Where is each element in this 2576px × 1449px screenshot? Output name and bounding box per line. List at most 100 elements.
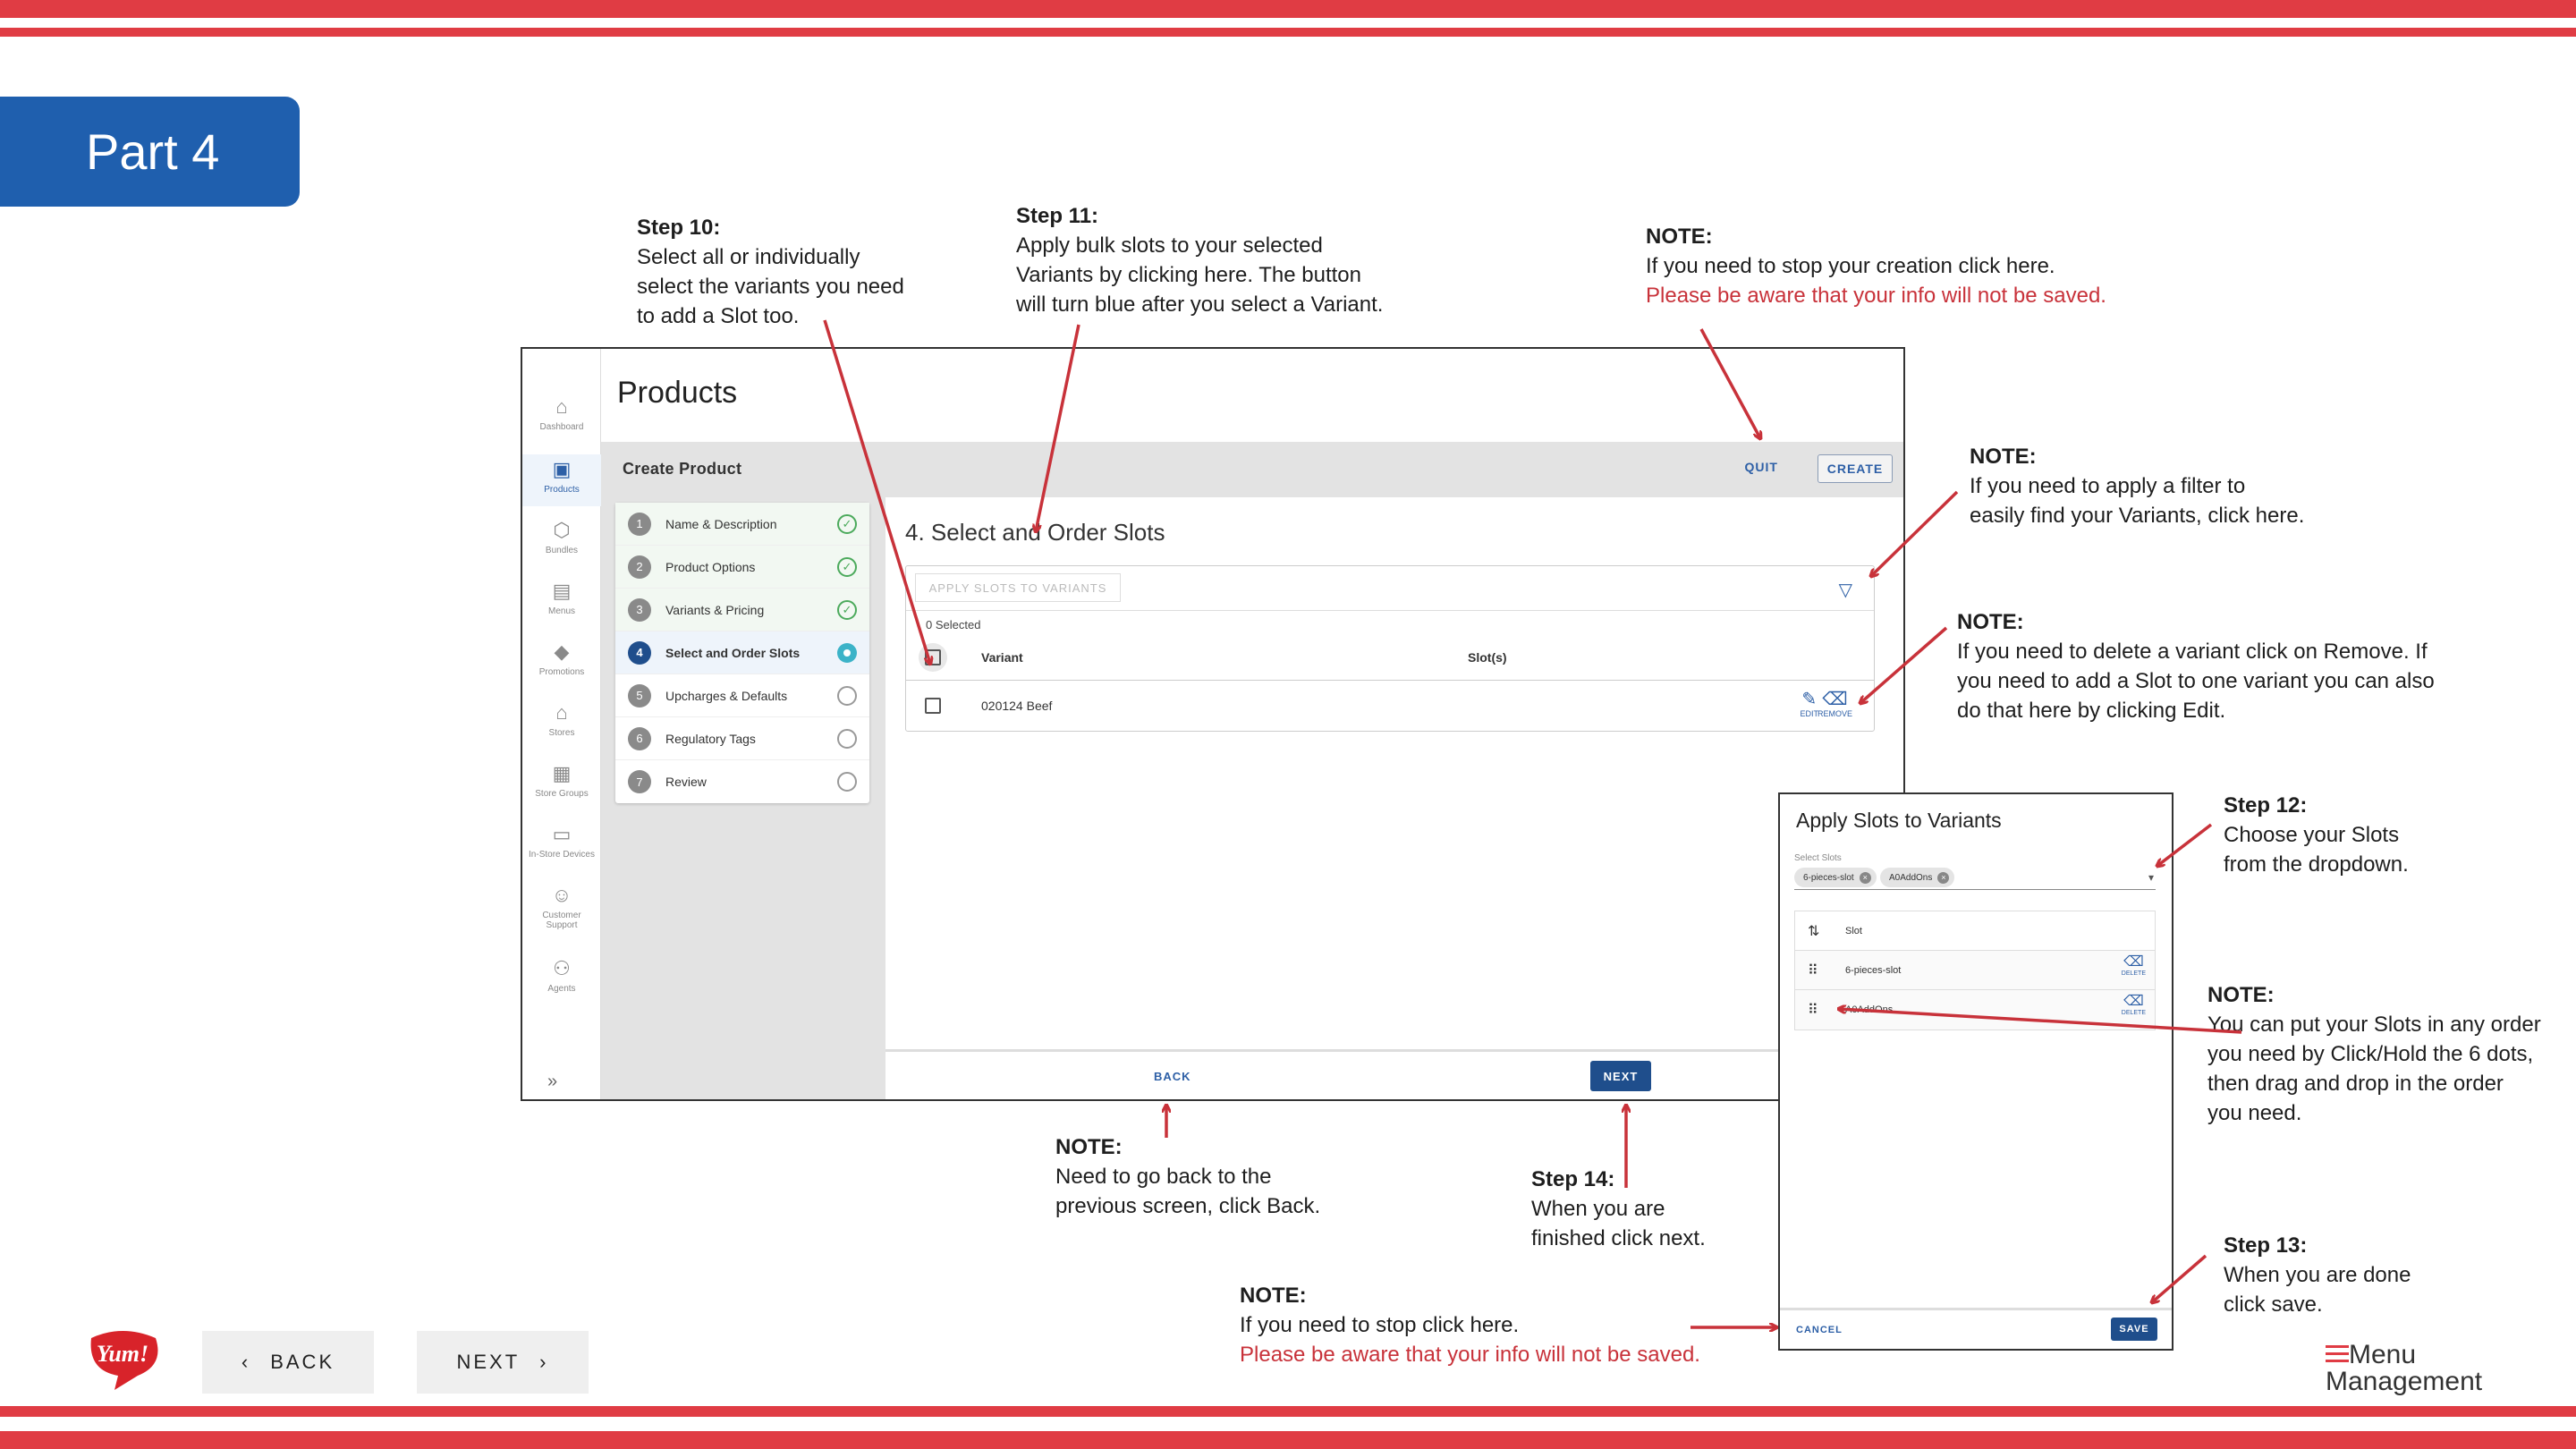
create-button[interactable]: CREATE	[1818, 454, 1893, 483]
cancel-button[interactable]: CANCEL	[1796, 1325, 1843, 1335]
slot-chip[interactable]: A0AddOns ×	[1880, 868, 1955, 887]
column-header-slots[interactable]: Slot(s)	[1468, 650, 1507, 665]
app-window: ⌂ Dashboard ▣ Products ⬡ Bundles ▤ Menus ◆ Pr…	[521, 347, 1905, 1101]
dropdown-caret-icon[interactable]: ▾	[2148, 871, 2154, 884]
part-label: Part 4	[0, 97, 300, 207]
create-product-title: Create Product	[623, 460, 742, 478]
step11-annotation: Step 11: Apply bulk slots to your select…	[1016, 204, 1384, 317]
sort-icon[interactable]: ⇅	[1808, 922, 1819, 940]
empty-radio-icon	[837, 686, 857, 706]
check-icon: ✓	[837, 600, 857, 620]
chevron-left-icon: ‹	[241, 1351, 251, 1373]
sidebar: ⌂ Dashboard ▣ Products ⬡ Bundles ▤ Menus ◆ Pr…	[522, 349, 601, 1099]
variant-name: 020124 Beef	[981, 699, 1053, 713]
modal-title: Apply Slots to Variants	[1796, 809, 2002, 832]
menu-bars-icon	[2326, 1345, 2349, 1367]
empty-radio-icon	[837, 729, 857, 749]
steps-column: 1 Name & Description ✓ 2 Product Options ✓ 3…	[601, 497, 886, 1099]
selected-count: 0 Selected	[926, 618, 981, 631]
check-icon: ✓	[837, 557, 857, 577]
select-slots-label: Select Slots	[1794, 853, 1842, 863]
monitor-icon: ▭	[552, 823, 572, 845]
sidebar-item-agents[interactable]: ⚇ Agents	[522, 957, 601, 1002]
delete-slot-button[interactable]: ⌫ DELETE	[2122, 954, 2146, 977]
sidebar-item-products[interactable]: ▣ Products	[522, 454, 601, 506]
step-item-5[interactable]: 5 Upcharges & Defaults	[615, 674, 869, 717]
chip-remove-icon[interactable]: ×	[1859, 871, 1871, 884]
main-content: 4. Select and Order Slots APPLY SLOTS TO…	[886, 497, 1903, 1099]
trash-icon: ⌫	[2123, 994, 2144, 1009]
top-stripe-2	[0, 28, 2576, 37]
grid-icon: ▦	[552, 762, 572, 784]
filter-note-annotation: NOTE: If you need to apply a filter to e…	[1970, 445, 2305, 528]
sidebar-item-customer-support[interactable]: ☺ Customer Support	[522, 884, 601, 939]
nav-next-button[interactable]: NEXT ›	[417, 1331, 589, 1394]
select-all-checkbox-wrap	[919, 643, 947, 672]
step-item-4[interactable]: 4 Select and Order Slots	[615, 631, 869, 674]
cube-icon: ⬡	[553, 519, 571, 541]
yum-logo: Yum!	[84, 1329, 161, 1392]
sidebar-item-store-groups[interactable]: ▦ Store Groups	[522, 762, 601, 807]
top-stripe-1	[0, 0, 2576, 18]
nav-back-button[interactable]: ‹ BACK	[202, 1331, 374, 1394]
sidebar-item-in-store-devices[interactable]: ▭ In-Store Devices	[522, 823, 601, 868]
select-slots-dropdown[interactable]	[1794, 889, 2156, 890]
steps-list: 1 Name & Description ✓ 2 Product Options ✓ 3…	[615, 503, 869, 803]
step-item-3[interactable]: 3 Variants & Pricing ✓	[615, 589, 869, 631]
slots-table-header: ⇅ Slot	[1795, 911, 2155, 951]
check-icon: ✓	[837, 514, 857, 534]
select-all-checkbox[interactable]	[925, 649, 941, 665]
step-item-6[interactable]: 6 Regulatory Tags	[615, 717, 869, 760]
store-icon: ⌂	[555, 701, 568, 724]
sidebar-item-stores[interactable]: ⌂ Stores	[522, 701, 601, 746]
box-icon: ▣	[552, 458, 572, 480]
menu-management-logo: Menu Management	[2326, 1340, 2483, 1396]
sidebar-item-promotions[interactable]: ◆ Promotions	[522, 640, 601, 685]
drag-handle-icon[interactable]: ⠿	[1808, 1001, 1818, 1019]
edit-icon: ✎	[1801, 690, 1818, 709]
expand-sidebar-icon[interactable]: »	[547, 1072, 557, 1092]
table-row: 020124 Beef ✎ EDIT ⌫ REMOVE	[906, 681, 1874, 731]
column-header-variant[interactable]: Variant	[981, 650, 1023, 665]
sidebar-item-bundles[interactable]: ⬡ Bundles	[522, 519, 601, 564]
step-item-2[interactable]: 2 Product Options ✓	[615, 546, 869, 589]
filter-icon[interactable]: ▽	[1839, 579, 1852, 601]
svg-text:Yum!: Yum!	[97, 1341, 148, 1367]
back-button[interactable]: BACK	[1154, 1070, 1191, 1083]
back-note-annotation: NOTE: Need to go back to the previous sc…	[1055, 1135, 1321, 1218]
step-item-1[interactable]: 1 Name & Description ✓	[615, 503, 869, 546]
order-note-annotation: NOTE: You can put your Slots in any orde…	[2207, 983, 2541, 1125]
step14-annotation: Step 14: When you are finished click nex…	[1531, 1167, 1706, 1250]
create-product-bar: Create Product QUIT CREATE	[601, 442, 1903, 497]
step-item-7[interactable]: 7 Review	[615, 760, 869, 803]
quit-note-annotation: NOTE: If you need to stop your creation …	[1646, 225, 2106, 308]
section-title: 4. Select and Order Slots	[905, 519, 1165, 546]
variants-table: APPLY SLOTS TO VARIANTS ▽ 0 Selected Var…	[905, 565, 1875, 732]
edit-button[interactable]: ✎ EDIT	[1800, 690, 1818, 718]
bottom-stripe-2	[0, 1431, 2576, 1449]
drag-handle-icon[interactable]: ⠿	[1808, 962, 1818, 979]
headset-icon: ☺	[551, 884, 572, 906]
delete-slot-button[interactable]: ⌫ DELETE	[2122, 994, 2146, 1016]
remove-note-annotation: NOTE: If you need to delete a variant cl…	[1957, 610, 2435, 723]
content-footer: BACK NEXT	[886, 1049, 1903, 1099]
next-button[interactable]: NEXT	[1590, 1061, 1651, 1091]
cancel-note-annotation: NOTE: If you need to stop click here. Pl…	[1240, 1284, 1700, 1367]
chip-remove-icon[interactable]: ×	[1937, 871, 1950, 884]
save-button[interactable]: SAVE	[2111, 1318, 2157, 1341]
quit-button[interactable]: QUIT	[1745, 460, 1778, 474]
table-header: Variant Slot(s)	[906, 634, 1874, 681]
active-radio-icon	[837, 643, 857, 663]
apply-slots-button[interactable]: APPLY SLOTS TO VARIANTS	[915, 573, 1121, 602]
document-icon: ▤	[552, 580, 572, 602]
remove-button[interactable]: ⌫ REMOVE	[1818, 690, 1852, 718]
sidebar-item-dashboard[interactable]: ⌂ Dashboard	[522, 395, 601, 440]
sidebar-item-menus[interactable]: ▤ Menus	[522, 580, 601, 624]
slot-name: 6-pieces-slot	[1845, 964, 1902, 976]
slot-chip[interactable]: 6-pieces-slot ×	[1794, 868, 1877, 887]
trash-icon: ⌫	[2123, 954, 2144, 970]
slot-name: A0AddOns	[1845, 1004, 1894, 1015]
row-checkbox[interactable]	[925, 698, 941, 714]
tag-icon: ◆	[554, 640, 570, 663]
slot-row: ⠿ 6-pieces-slot ⌫ DELETE	[1795, 951, 2155, 990]
